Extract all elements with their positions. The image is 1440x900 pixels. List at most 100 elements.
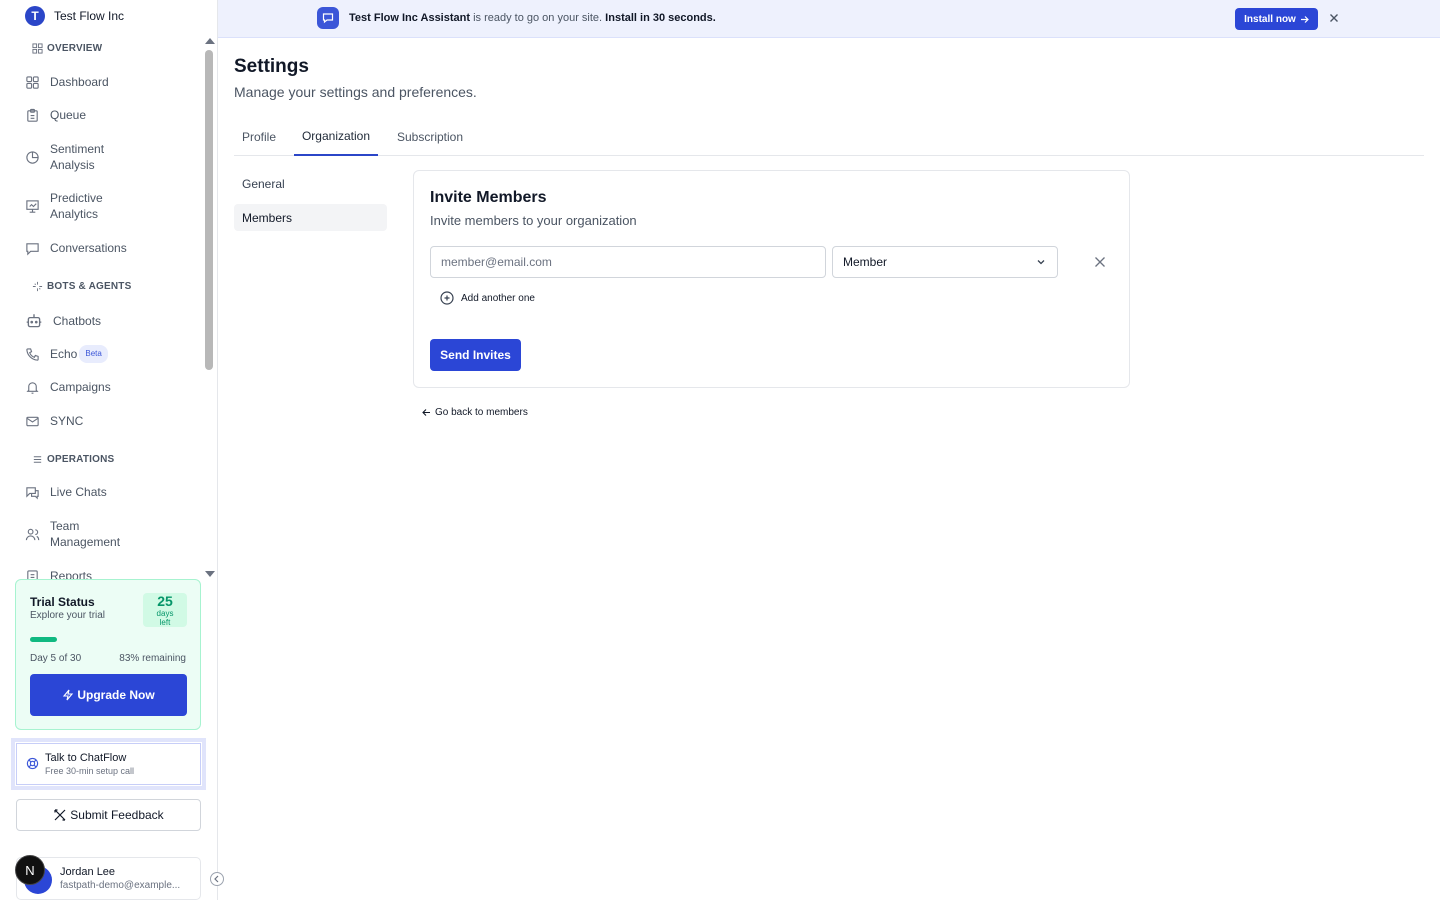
sidebar-item-label: Queue xyxy=(50,108,87,122)
trial-title: Trial Status xyxy=(30,595,95,609)
section-title: BOTS & AGENTS xyxy=(47,281,132,292)
org-logo: T xyxy=(25,6,45,26)
org-name: Test Flow Inc xyxy=(54,9,125,23)
talk-title: Talk to ChatFlow xyxy=(45,752,127,764)
card-subtitle: Invite members to your organization xyxy=(430,213,637,228)
tab-subscription[interactable]: Subscription xyxy=(388,118,472,156)
sidebar-item-label: Dashboard xyxy=(50,75,109,89)
page-title: Settings xyxy=(234,56,309,77)
tab-profile[interactable]: Profile xyxy=(234,118,284,156)
days-left-badge: 25 days left xyxy=(143,593,187,627)
bell-icon xyxy=(26,381,39,394)
trial-progress-bar xyxy=(30,637,57,642)
layout-icon xyxy=(32,43,43,54)
back-to-members-link[interactable]: Go back to members xyxy=(422,407,528,418)
role-select[interactable]: Member xyxy=(832,246,1058,278)
section-overview: OVERVIEW xyxy=(32,43,102,54)
send-invites-button[interactable]: Send Invites xyxy=(430,339,521,371)
chats-icon xyxy=(26,486,39,499)
arrow-left-icon xyxy=(422,409,430,416)
sidebar-item-conversations[interactable]: Conversations xyxy=(25,240,127,256)
subnav-members[interactable]: Members xyxy=(234,204,387,231)
sidebar: T Test Flow Inc OVERVIEW Dashboard Queue… xyxy=(0,0,224,900)
sidebar-item-dashboard[interactable]: Dashboard xyxy=(25,74,109,90)
install-label: Install now xyxy=(1244,13,1296,25)
days-left-number: 25 xyxy=(157,593,173,609)
banner-message: Test Flow Inc Assistant is ready to go o… xyxy=(349,12,716,24)
trial-status-card: Trial Status Explore your trial 25 days … xyxy=(15,579,201,730)
sidebar-item-label: Sentiment Analysis xyxy=(50,142,105,172)
main-content: Settings Manage your settings and prefer… xyxy=(218,38,1440,900)
sidebar-item-live-chats[interactable]: Live Chats xyxy=(25,484,107,500)
talk-subtitle: Free 30-min setup call xyxy=(45,766,135,776)
scrollbar-thumb[interactable] xyxy=(205,50,213,370)
install-now-button[interactable]: Install now xyxy=(1235,8,1318,30)
sidebar-item-campaigns[interactable]: Campaigns xyxy=(25,379,111,395)
lightning-icon xyxy=(63,689,74,701)
lifebuoy-icon xyxy=(26,757,39,770)
scroll-up-icon[interactable] xyxy=(205,38,215,44)
sidebar-item-label: Reports xyxy=(50,569,93,579)
sidebar-item-reports[interactable]: Reports xyxy=(25,568,92,579)
assistant-chat-icon xyxy=(317,7,339,29)
banner-middle-text: is ready to go on your site. xyxy=(470,12,606,24)
days-left-label: days left xyxy=(156,609,174,627)
sidebar-item-label: Live Chats xyxy=(50,485,107,499)
sidebar-item-sentiment-analysis[interactable]: Sentiment Analysis xyxy=(25,141,115,173)
plus-circle-icon xyxy=(440,291,454,305)
upgrade-label: Upgrade Now xyxy=(77,688,155,702)
section-title: OVERVIEW xyxy=(47,43,103,54)
sidebar-item-echo[interactable]: Echo Beta xyxy=(25,345,108,363)
install-banner: Test Flow Inc Assistant is ready to go o… xyxy=(218,0,1440,38)
n-badge[interactable]: N xyxy=(15,855,45,885)
sidebar-item-label: Chatbots xyxy=(53,314,102,328)
section-bots-agents: BOTS & AGENTS xyxy=(32,281,131,292)
scroll-down-icon[interactable] xyxy=(205,571,215,577)
sidebar-scrollbar[interactable] xyxy=(203,36,215,579)
invite-members-card: Invite Members Invite members to your or… xyxy=(413,170,1130,388)
sidebar-item-queue[interactable]: Queue xyxy=(25,107,86,123)
back-link-label: Go back to members xyxy=(435,407,528,418)
pie-chart-icon xyxy=(26,150,39,164)
sidebar-item-label: Team Management xyxy=(50,519,121,549)
add-another-label: Add another one xyxy=(461,292,535,304)
phone-icon xyxy=(26,347,39,361)
email-field[interactable] xyxy=(430,246,826,278)
page-subtitle: Manage your settings and preferences. xyxy=(234,84,477,100)
role-value: Member xyxy=(843,255,888,269)
tab-organization[interactable]: Organization xyxy=(294,118,378,156)
sidebar-item-label: Echo xyxy=(50,347,78,361)
upgrade-now-button[interactable]: Upgrade Now xyxy=(30,674,187,716)
sidebar-item-team-management[interactable]: Team Management xyxy=(25,518,125,550)
talk-card-inner xyxy=(16,743,201,785)
grid-icon xyxy=(26,75,39,89)
users-icon xyxy=(25,528,40,540)
arrow-right-icon xyxy=(1300,15,1309,23)
submit-feedback-button[interactable]: Submit Feedback xyxy=(16,799,201,831)
trial-subtitle: Explore your trial xyxy=(30,610,106,621)
card-title: Invite Members xyxy=(430,189,547,206)
chat-bubble-icon xyxy=(26,242,39,255)
trial-day-text: Day 5 of 30 xyxy=(30,653,82,664)
mail-icon xyxy=(26,416,39,426)
talk-to-chatflow-card[interactable]: Talk to ChatFlow Free 30-min setup call xyxy=(11,738,206,790)
remove-row-icon[interactable] xyxy=(1093,255,1107,269)
banner-cta-text: Install in 30 seconds. xyxy=(605,12,716,24)
org-switcher[interactable]: T Test Flow Inc xyxy=(25,6,124,26)
sidebar-item-label: Conversations xyxy=(50,241,127,255)
sidebar-item-label: Predictive Analytics xyxy=(50,191,103,221)
subnav-general[interactable]: General xyxy=(234,170,387,197)
beta-badge: Beta xyxy=(79,345,108,363)
section-operations: OPERATIONS xyxy=(32,454,114,465)
chevron-down-icon xyxy=(1037,260,1045,265)
clipboard-icon xyxy=(27,108,38,122)
sidebar-item-label: SYNC xyxy=(50,414,84,428)
sidebar-nav: OVERVIEW Dashboard Queue Sentiment Analy… xyxy=(0,36,204,579)
section-title: OPERATIONS xyxy=(47,454,115,465)
add-another-button[interactable]: Add another one xyxy=(440,291,535,305)
sidebar-item-chatbots[interactable]: Chatbots xyxy=(25,312,101,330)
sidebar-item-predictive-analytics[interactable]: Predictive Analytics xyxy=(25,190,115,222)
sidebar-item-label: Campaigns xyxy=(50,380,111,394)
sidebar-item-sync[interactable]: SYNC xyxy=(25,413,83,429)
close-icon[interactable] xyxy=(1327,11,1341,25)
